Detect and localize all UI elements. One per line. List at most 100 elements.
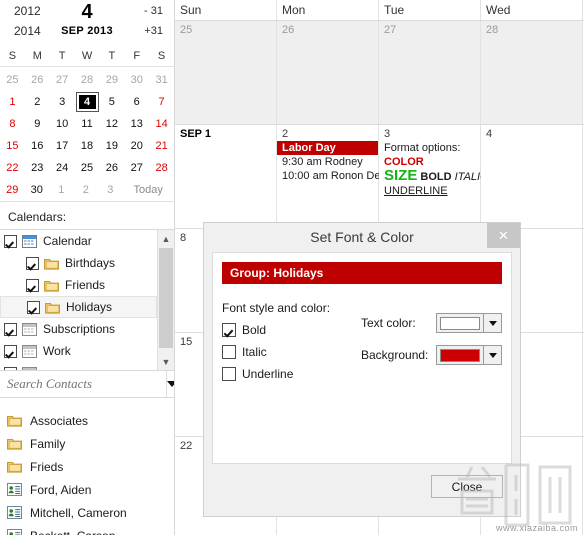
mini-day-cell[interactable]: 28 bbox=[149, 162, 174, 174]
contact-list-item[interactable]: Mitchell, Cameron bbox=[0, 501, 174, 524]
event-item[interactable]: 10:00 am Ronon Dex bbox=[277, 169, 386, 183]
mini-day-cell[interactable]: 29 bbox=[99, 74, 124, 86]
background-color-dropdown-button[interactable] bbox=[484, 345, 502, 365]
calendar-day-cell[interactable]: 25 bbox=[175, 21, 277, 124]
mini-day-cell[interactable]: 1 bbox=[49, 184, 74, 196]
calendar-checkbox[interactable] bbox=[27, 300, 40, 314]
text-color-swatch[interactable] bbox=[436, 313, 484, 333]
mini-day-cell[interactable]: 22 bbox=[0, 162, 25, 174]
mini-day-cell[interactable]: 1 bbox=[0, 96, 25, 108]
mini-day-cell[interactable]: 17 bbox=[50, 140, 75, 152]
mini-day-cell[interactable]: 9 bbox=[25, 118, 50, 130]
event-mixed-sample[interactable]: SIZE BOLD ITALIC bbox=[379, 168, 488, 184]
mini-day-cell[interactable]: 15 bbox=[0, 140, 25, 152]
calendar-item-friends[interactable]: Friends bbox=[0, 274, 157, 296]
calendar-checkbox[interactable] bbox=[4, 366, 17, 370]
mini-day-cell[interactable]: 19 bbox=[99, 140, 124, 152]
offset-plus-button[interactable]: +31 bbox=[144, 25, 163, 37]
event-item[interactable]: 9:30 am Rodney bbox=[277, 155, 378, 169]
event-underline-sample[interactable]: UNDERLINE bbox=[379, 184, 480, 198]
calendar-gray-icon bbox=[22, 366, 43, 370]
calendar-item-holidays[interactable]: Holidays bbox=[0, 296, 157, 318]
mini-day-cell[interactable]: 27 bbox=[50, 74, 75, 86]
mini-day-cell[interactable]: 6 bbox=[124, 96, 149, 108]
background-color-swatch[interactable] bbox=[436, 345, 484, 365]
contact-list-item[interactable]: Ford, Aiden bbox=[0, 478, 174, 501]
mini-day-cell[interactable]: 18 bbox=[75, 140, 100, 152]
mini-day-cell[interactable]: 3 bbox=[98, 184, 123, 196]
mini-day-cell[interactable]: 23 bbox=[25, 162, 50, 174]
mini-day-cell[interactable]: 16 bbox=[25, 140, 50, 152]
search-dropdown-button[interactable] bbox=[166, 371, 174, 397]
mini-month-grid[interactable]: 25 26 27 28 29 30 31 1 2 3 4 5 6 7 8 9 10 11 12 13 14 15 16 17 1… bbox=[0, 67, 174, 201]
event-item[interactable]: Format options: bbox=[379, 141, 480, 155]
mini-day-cell[interactable]: 20 bbox=[124, 140, 149, 152]
mini-dow-2: T bbox=[58, 50, 66, 62]
calendar-item-birthdays[interactable]: Birthdays bbox=[0, 252, 157, 274]
calendar-checkbox[interactable] bbox=[4, 344, 17, 358]
option-checkbox[interactable] bbox=[222, 323, 236, 337]
contact-list-item[interactable]: Frieds bbox=[0, 455, 174, 478]
scroll-up-icon[interactable]: ▲ bbox=[158, 230, 174, 247]
calendar-day-cell[interactable]: 28 bbox=[481, 21, 583, 124]
calendar-checkbox[interactable] bbox=[4, 322, 17, 336]
contact-list-item[interactable]: Beckett, Carson bbox=[0, 524, 174, 535]
calendar-day-cell[interactable]: 4 bbox=[481, 125, 583, 228]
mini-day-cell[interactable]: 21 bbox=[149, 140, 174, 152]
mini-day-cell[interactable]: 31 bbox=[149, 74, 174, 86]
calendar-day-cell[interactable]: 26 bbox=[277, 21, 379, 124]
mini-day-selected[interactable]: 4 bbox=[75, 92, 100, 112]
mini-day-cell[interactable]: 13 bbox=[124, 118, 149, 130]
text-color-dropdown-button[interactable] bbox=[484, 313, 502, 333]
mini-day-cell[interactable]: 26 bbox=[25, 74, 50, 86]
calendar-day-cell[interactable]: SEP 1 bbox=[175, 125, 277, 228]
search-contacts-input[interactable] bbox=[0, 371, 166, 397]
calendar-gray-icon bbox=[22, 344, 43, 358]
mini-day-cell[interactable]: 28 bbox=[75, 74, 100, 86]
dialog-footer: Close bbox=[204, 464, 520, 516]
calendars-scrollbar[interactable]: ▲ ▼ bbox=[157, 230, 174, 370]
calendar-day-cell[interactable]: 27 bbox=[379, 21, 481, 124]
event-holiday[interactable]: Labor Day bbox=[277, 141, 378, 155]
mini-day-cell[interactable]: 30 bbox=[25, 184, 50, 196]
option-checkbox[interactable] bbox=[222, 345, 236, 359]
mini-day-cell[interactable]: 24 bbox=[50, 162, 75, 174]
scrollbar-thumb[interactable] bbox=[159, 248, 173, 348]
mini-day-cell[interactable]: 30 bbox=[124, 74, 149, 86]
mini-day-cell[interactable]: 8 bbox=[0, 118, 25, 130]
mini-day-cell[interactable]: 5 bbox=[99, 96, 124, 108]
calendar-item-work[interactable]: Work bbox=[0, 340, 157, 362]
calendar-day-cell[interactable]: 3 Format options: COLOR SIZE BOLD ITALIC UND… bbox=[379, 125, 488, 228]
close-button[interactable]: Close bbox=[431, 475, 503, 498]
calendar-checkbox[interactable] bbox=[26, 278, 39, 292]
calendars-tree[interactable]: Calendar Birthdays Friends Holidays Subscrip… bbox=[0, 230, 157, 370]
mini-day-cell[interactable]: 26 bbox=[99, 162, 124, 174]
close-icon[interactable]: ✕ bbox=[487, 223, 520, 248]
scroll-down-icon[interactable]: ▼ bbox=[158, 353, 174, 370]
mini-day-cell[interactable]: 3 bbox=[50, 96, 75, 108]
calendar-checkbox[interactable] bbox=[26, 256, 39, 270]
contacts-list[interactable]: Associates Family Frieds Ford, Aiden Mitchel… bbox=[0, 409, 174, 535]
contact-list-item[interactable]: Family bbox=[0, 432, 174, 455]
calendar-day-cell[interactable]: 2 Labor Day 9:30 am Rodney 10:00 am Ronon D… bbox=[277, 125, 386, 228]
mini-day-cell[interactable]: 11 bbox=[75, 118, 100, 130]
calendar-item-subscriptions[interactable]: Subscriptions bbox=[0, 318, 157, 340]
mini-day-cell[interactable]: 25 bbox=[0, 74, 25, 86]
mini-day-cell[interactable]: 12 bbox=[99, 118, 124, 130]
option-checkbox[interactable] bbox=[222, 367, 236, 381]
calendar-item-partial[interactable] bbox=[0, 362, 157, 370]
mini-day-cell[interactable]: 10 bbox=[50, 118, 75, 130]
mini-day-cell[interactable]: 14 bbox=[149, 118, 174, 130]
today-button[interactable]: Today bbox=[123, 184, 174, 196]
contact-list-item[interactable]: Associates bbox=[0, 409, 174, 432]
day-number: 25 bbox=[180, 24, 193, 36]
mini-day-cell[interactable]: 2 bbox=[74, 184, 99, 196]
mini-day-cell[interactable]: 29 bbox=[0, 184, 25, 196]
mini-day-cell[interactable]: 27 bbox=[124, 162, 149, 174]
offset-minus-button[interactable]: - 31 bbox=[144, 5, 163, 17]
mini-day-cell[interactable]: 2 bbox=[25, 96, 50, 108]
mini-day-cell[interactable]: 7 bbox=[149, 96, 174, 108]
mini-day-cell[interactable]: 25 bbox=[75, 162, 100, 174]
calendar-checkbox[interactable] bbox=[4, 234, 17, 248]
calendar-item-calendar[interactable]: Calendar bbox=[0, 230, 157, 252]
